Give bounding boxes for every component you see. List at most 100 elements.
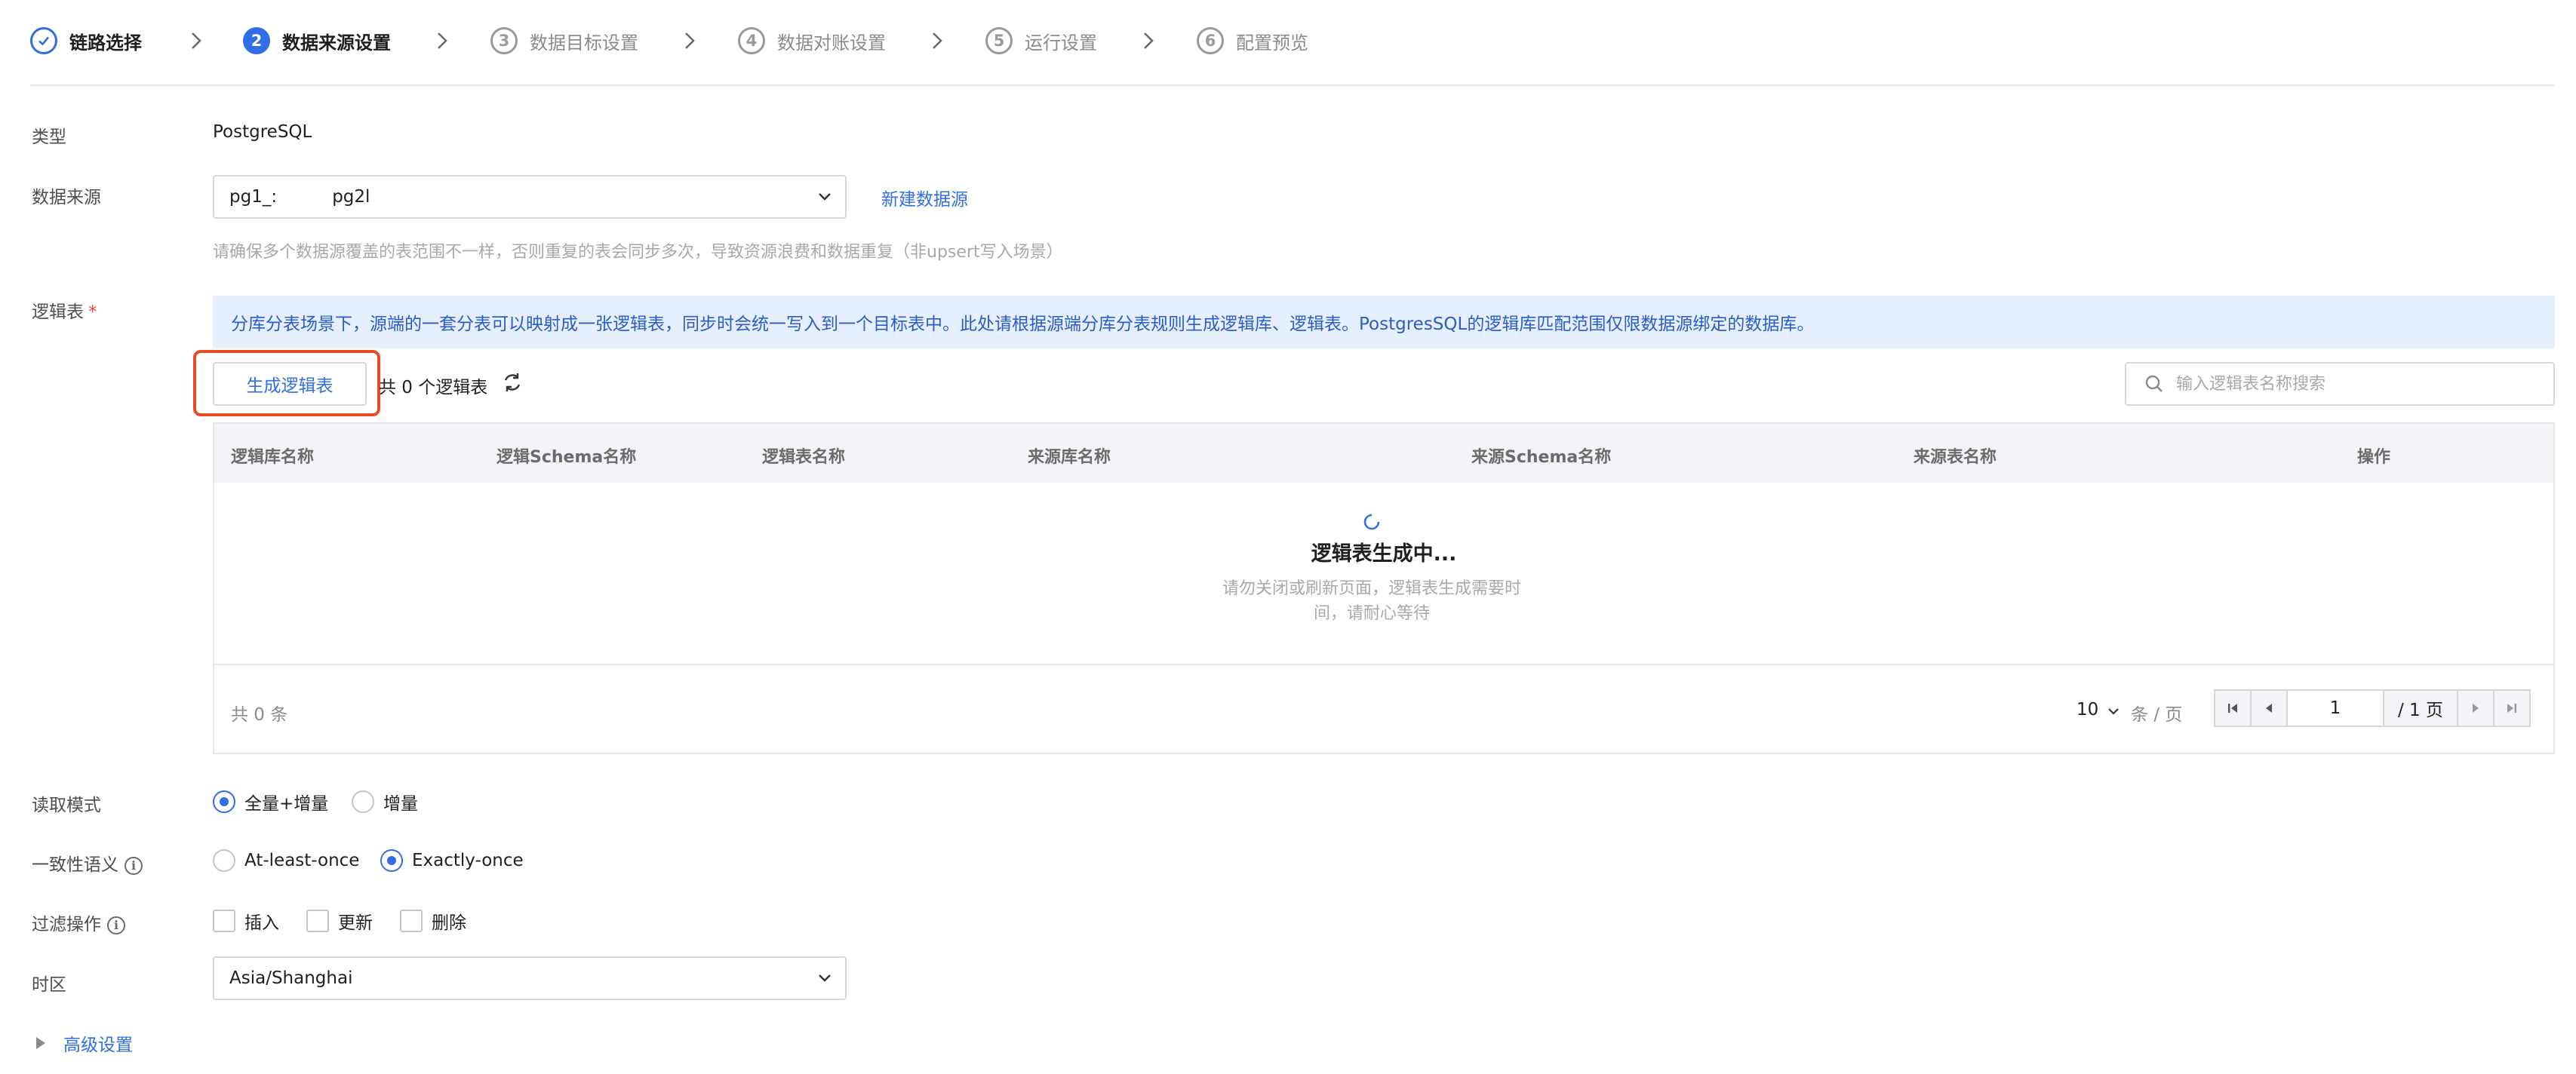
read-mode-label: 读取模式 (32, 796, 101, 815)
chevron-down-icon (819, 193, 831, 201)
timezone-label: 时区 (32, 975, 66, 995)
loading-spinner-icon (1363, 514, 1380, 530)
info-icon[interactable]: i (107, 916, 125, 934)
generate-logic-table-button[interactable]: 生成逻辑表 (213, 362, 367, 406)
checkbox-box (213, 910, 235, 932)
type-value: PostgreSQL (213, 122, 312, 142)
prev-page-button[interactable] (2250, 689, 2288, 727)
col-source-schema: 来源Schema名称 (1471, 448, 1612, 467)
search-icon (2145, 375, 2163, 392)
step-number: 4 (738, 27, 765, 54)
header-divider (30, 84, 2554, 86)
step-reconcile-settings[interactable]: 4 数据对账设置 (738, 24, 886, 57)
checkbox-box (306, 910, 329, 932)
empty-description: 请勿关闭或刷新页面，逻辑表生成需要时间，请耐心等待 (1222, 579, 1521, 623)
chevron-right-icon (192, 32, 201, 49)
consistency-label: 一致性语义 i (32, 850, 143, 876)
logic-table-label-text: 逻辑表 (32, 302, 84, 322)
step-link-select[interactable]: 链路选择 (30, 24, 142, 57)
checkbox-delete[interactable]: 删除 (400, 908, 466, 934)
chevron-right-icon (685, 32, 695, 49)
checkbox-label: 更新 (338, 913, 373, 933)
step-label: 链路选择 (69, 32, 142, 54)
advanced-settings-toggle[interactable]: 高级设置 (36, 1030, 133, 1056)
step-number: 3 (490, 27, 518, 54)
refresh-icon[interactable] (501, 371, 524, 394)
source-select-value: pg1_: pg2l (229, 187, 370, 207)
step-label: 运行设置 (1025, 32, 1097, 54)
col-source-db: 来源库名称 (1028, 448, 1111, 467)
page-size-unit: 条 / 页 (2131, 705, 2183, 725)
radio-dot (213, 849, 235, 872)
step-config-preview[interactable]: 6 配置预览 (1197, 24, 1308, 57)
radio-exactly-once[interactable]: Exactly-once (380, 849, 524, 872)
radio-label: At-least-once (244, 851, 360, 870)
advanced-settings-label: 高级设置 (63, 1036, 133, 1055)
step-number: 5 (985, 27, 1013, 54)
step-label: 数据来源设置 (282, 32, 391, 54)
last-page-icon (2507, 704, 2516, 713)
step-source-settings[interactable]: 2 数据来源设置 (243, 24, 391, 57)
page-root: 链路选择 2 数据来源设置 3 数据目标设置 4 数据对账设置 5 运行设置 6… (0, 0, 2576, 1074)
info-icon[interactable]: i (124, 856, 143, 875)
source-label: 数据来源 (32, 188, 101, 207)
last-page-button[interactable] (2493, 689, 2531, 727)
page-size-select[interactable]: 10 (2076, 700, 2098, 720)
source-select[interactable]: pg1_: pg2l (213, 175, 847, 219)
col-logic-table: 逻辑表名称 (762, 448, 846, 467)
next-page-icon (2473, 704, 2479, 713)
next-page-button[interactable] (2457, 689, 2495, 727)
chevron-down-icon[interactable] (2105, 703, 2122, 720)
chevron-right-icon (438, 32, 447, 49)
radio-label: 全量+增量 (244, 794, 329, 814)
source-hint: 请确保多个数据源覆盖的表范围不一样，否则重复的表会同步多次，导致资源浪费和数据重… (213, 243, 1063, 262)
first-page-button[interactable] (2214, 689, 2252, 727)
logic-table-search[interactable] (2125, 362, 2555, 406)
radio-dot (213, 790, 235, 813)
total-pages: / 1 页 (2383, 689, 2458, 727)
radio-label: Exactly-once (412, 851, 524, 870)
col-actions: 操作 (2357, 448, 2391, 467)
step-label: 配置预览 (1236, 32, 1308, 54)
step-label: 数据对账设置 (777, 32, 886, 54)
table-header: 逻辑库名称 逻辑Schema名称 逻辑表名称 来源库名称 来源Schema名称 … (214, 424, 2553, 483)
chevron-down-icon (819, 974, 831, 982)
table-footer-divider (214, 664, 2553, 665)
radio-label: 增量 (383, 794, 418, 814)
logic-table-notice: 分库分表场景下，源端的一套分表可以映射成一张逻辑表，同步时会统一写入到一个目标表… (213, 296, 2555, 348)
step-number: 6 (1197, 27, 1224, 54)
radio-incremental[interactable]: 增量 (352, 789, 418, 815)
step-number: 2 (243, 27, 270, 54)
timezone-select-value: Asia/Shanghai (229, 968, 353, 988)
step-run-settings[interactable]: 5 运行设置 (985, 24, 1097, 57)
logic-table-count: 共 0 个逻辑表 (379, 378, 488, 397)
search-input[interactable] (2175, 373, 2540, 394)
radio-dot (352, 790, 374, 813)
filter-label-text: 过滤操作 (32, 915, 101, 934)
pagination: / 1 页 (2214, 689, 2531, 727)
page-number-input[interactable] (2286, 689, 2384, 727)
radio-dot (380, 849, 403, 872)
consistency-label-text: 一致性语义 (32, 855, 118, 875)
col-logic-schema: 逻辑Schema名称 (496, 448, 637, 467)
chevron-right-icon (933, 32, 942, 49)
col-logic-db: 逻辑库名称 (231, 448, 315, 467)
step-target-settings[interactable]: 3 数据目标设置 (490, 24, 638, 57)
type-label: 类型 (32, 127, 66, 147)
chevron-right-icon (1144, 32, 1154, 49)
col-source-table: 来源表名称 (1914, 448, 1997, 467)
timezone-select[interactable]: Asia/Shanghai (213, 956, 847, 1000)
checkbox-insert[interactable]: 插入 (213, 908, 279, 934)
caret-right-icon (36, 1037, 45, 1049)
check-icon (30, 27, 57, 54)
first-page-icon (2228, 704, 2237, 713)
prev-page-icon (2266, 704, 2272, 713)
logic-table: 逻辑库名称 逻辑Schema名称 逻辑表名称 来源库名称 来源Schema名称 … (213, 422, 2555, 754)
total-count: 共 0 条 (231, 705, 288, 725)
new-source-link[interactable]: 新建数据源 (881, 185, 968, 210)
empty-title: 逻辑表生成中... (1311, 542, 1457, 566)
radio-full-incremental[interactable]: 全量+增量 (213, 789, 328, 815)
radio-at-least-once[interactable]: At-least-once (213, 849, 359, 872)
checkbox-update[interactable]: 更新 (306, 908, 373, 934)
step-label: 数据目标设置 (530, 32, 638, 54)
